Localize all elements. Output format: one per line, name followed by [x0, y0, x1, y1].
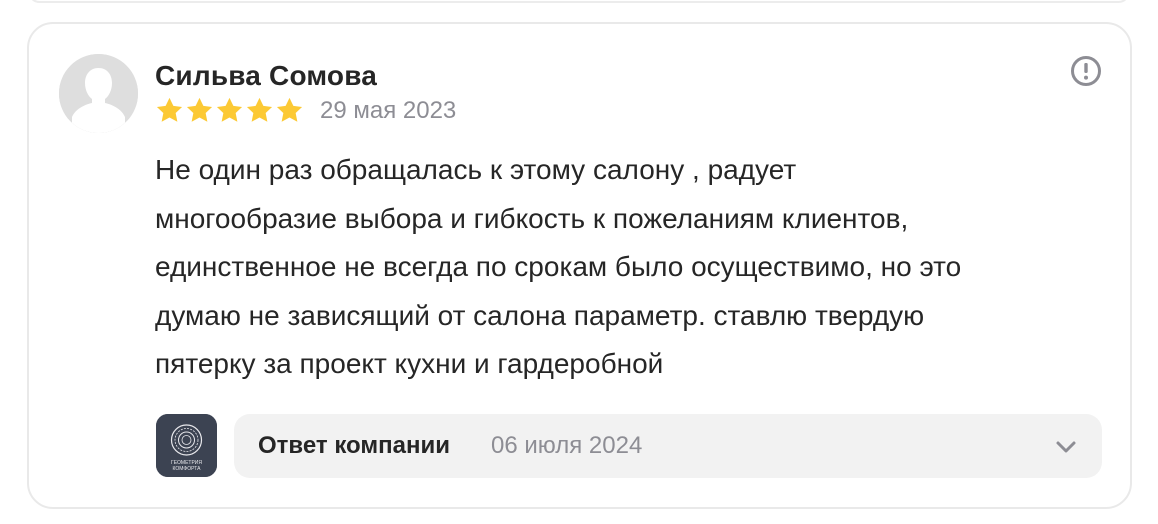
review-date: 29 мая 2023 [320, 97, 457, 124]
company-answer-date: 06 июля 2024 [491, 432, 643, 459]
star-icon [246, 97, 273, 122]
review-text: Не один раз обращалась к этому салону , … [155, 146, 1105, 389]
review-text-line: пятерку за проект кухни и гардеробной [155, 348, 664, 379]
star-icon [156, 97, 183, 122]
user-silhouette-icon [59, 54, 138, 133]
company-answer-toggle[interactable]: Ответ компании 06 июля 2024 [234, 414, 1102, 478]
review-text-line: Не один раз обращалась к этому салону , … [155, 154, 797, 185]
review-author-name[interactable]: Сильва Сомова [155, 58, 377, 94]
star-icon [216, 97, 243, 122]
star-icon [186, 97, 213, 122]
company-answer-label: Ответ компании [258, 432, 450, 459]
company-logo-graphic: ГЕОМЕТРИЯ КОМФОРТА [156, 414, 217, 477]
chevron-down-icon [1056, 441, 1076, 453]
review-text-line: думаю не зависящий от салона параметр. с… [155, 299, 925, 331]
star-icon [276, 97, 303, 122]
review-text-line: многообразие выбора и гибкость к пожелан… [155, 202, 909, 234]
rating-stars [155, 96, 304, 126]
review-text-line: единственное не всегда по срокам было ос… [155, 251, 962, 282]
user-avatar[interactable] [59, 54, 138, 133]
report-review-button[interactable] [1070, 55, 1102, 87]
logo-text-line-2: КОМФОРТА [173, 466, 202, 472]
exclamation-circle-icon [1071, 56, 1101, 86]
company-logo[interactable]: ГЕОМЕТРИЯ КОМФОРТА [156, 414, 217, 477]
previous-review-card [28, 0, 1130, 3]
